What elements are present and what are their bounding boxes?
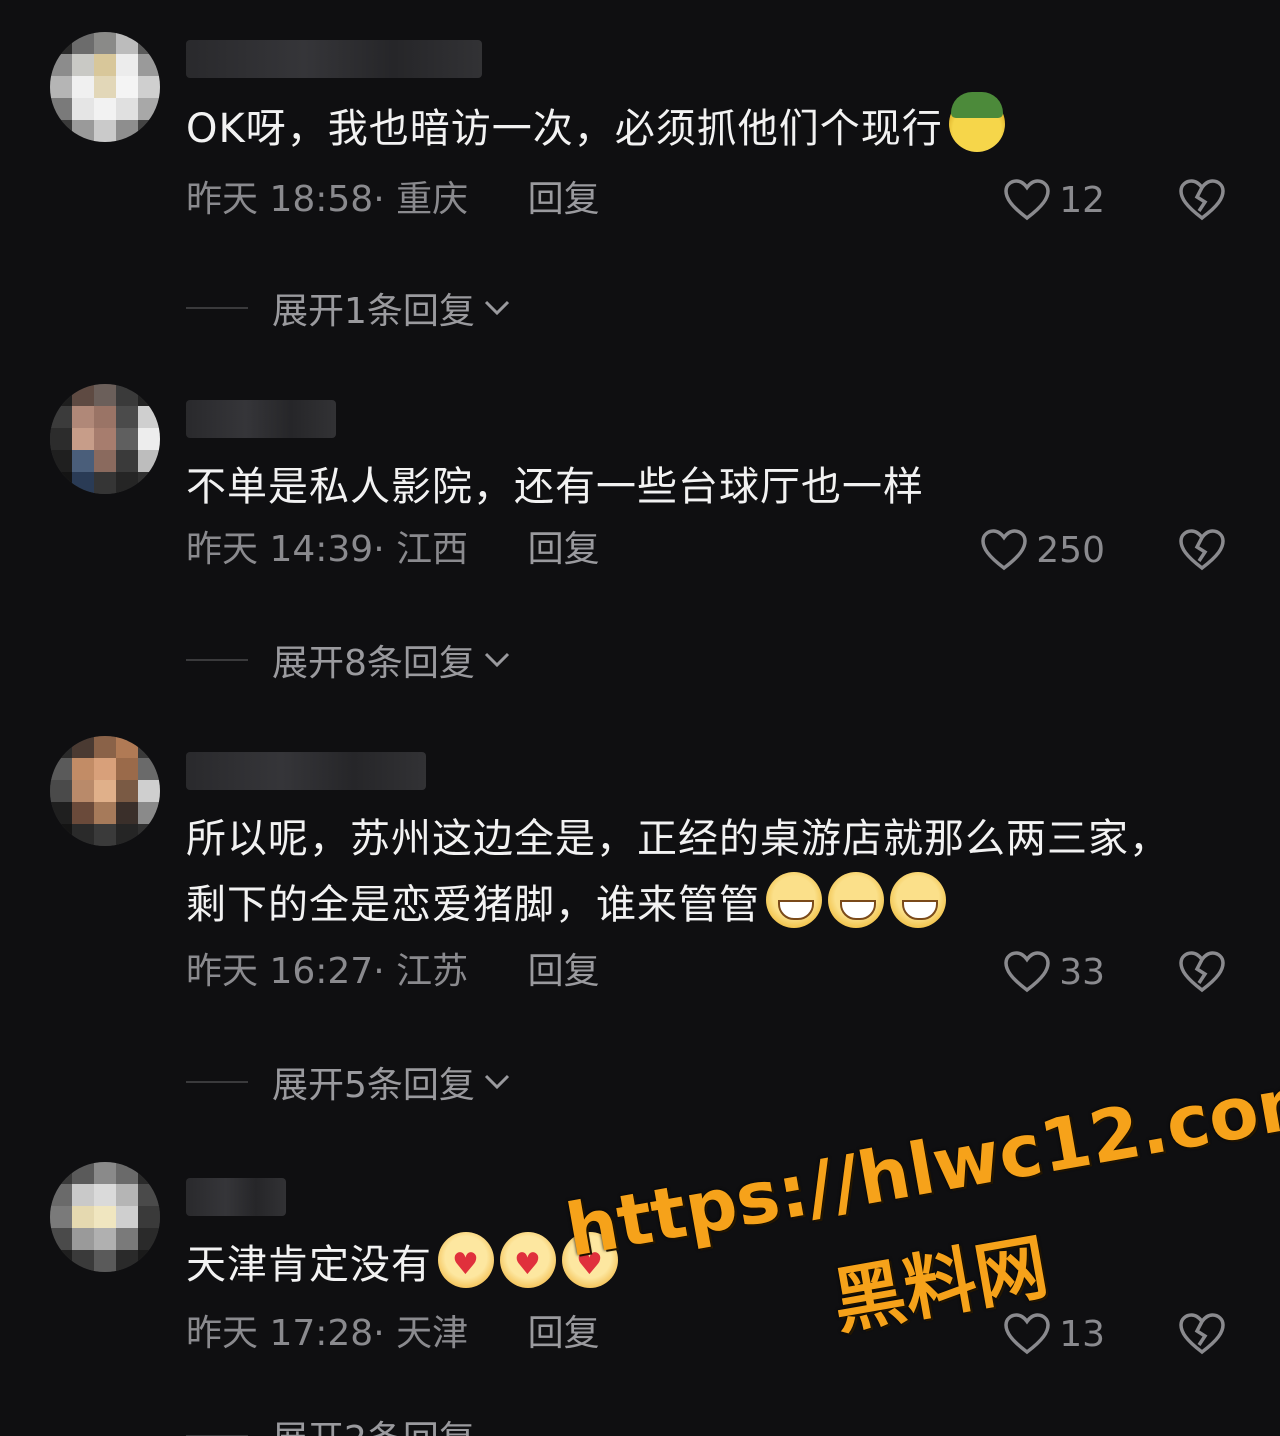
comment-time: 昨天 16:27 [186, 951, 374, 992]
broken-heart-icon[interactable] [1178, 950, 1226, 994]
like-count: 250 [1036, 529, 1105, 571]
comment-section: OK呀，我也暗访一次，必须抓他们个现行 昨天 18:58· 重庆 回复 12 展… [0, 0, 1280, 1436]
chevron-down-icon [484, 652, 509, 668]
avatar[interactable] [50, 384, 160, 494]
reply-button[interactable]: 回复 [528, 529, 600, 570]
laughing-face-emoji-icon [766, 872, 822, 928]
comment-text: 所以呢，苏州这边全是，正经的桌游店就那么两三家，剩下的全是恋爱猪脚，谁来管管 [186, 806, 1196, 938]
comment-meta: 昨天 16:27· 江苏 回复 [186, 951, 600, 992]
like-count: 13 [1059, 1313, 1105, 1355]
comment-time: 昨天 18:58 [186, 179, 374, 220]
comment-text-body: 不单是私人影院，还有一些台球厅也一样 [186, 464, 924, 510]
comment-text-body: OK呀，我也暗访一次，必须抓他们个现行 [186, 106, 943, 152]
expand-replies-label: 展开2条回复 [272, 1410, 475, 1436]
username-redacted[interactable] [186, 40, 482, 78]
chevron-down-icon [484, 300, 509, 316]
reply-button[interactable]: 回复 [528, 179, 600, 220]
comment-location: 天津 [396, 1313, 469, 1354]
divider [186, 1081, 248, 1083]
laughing-face-emoji-icon [890, 872, 946, 928]
expand-replies-button[interactable]: 展开1条回复 [186, 286, 511, 332]
username-redacted[interactable] [186, 400, 336, 438]
like-button[interactable]: 33 [1003, 950, 1105, 994]
broken-heart-icon[interactable] [1178, 1312, 1226, 1356]
heart-outline-icon [1004, 1313, 1050, 1355]
divider [186, 307, 248, 309]
expand-replies-button[interactable]: 展开8条回复 [186, 638, 511, 684]
expand-replies-label: 展开5条回复 [272, 1065, 475, 1106]
comment-time: 昨天 14:39 [186, 529, 374, 570]
angry-face-emoji-icon [948, 92, 1005, 152]
like-button[interactable]: 12 [1003, 178, 1105, 222]
comment-time: 昨天 17:28 [186, 1313, 374, 1354]
comment-text: 不单是私人影院，还有一些台球厅也一样 [186, 454, 1196, 520]
avatar[interactable] [50, 32, 160, 142]
heart-outline-icon [1004, 951, 1050, 993]
heart-outline-icon [981, 529, 1028, 571]
divider [186, 659, 248, 661]
comment-location: 江西 [396, 529, 469, 570]
like-count: 33 [1059, 951, 1105, 993]
like-button[interactable]: 13 [1003, 1312, 1105, 1356]
reply-button[interactable]: 回复 [528, 1313, 600, 1354]
broken-heart-icon[interactable] [1178, 528, 1226, 572]
heart-outline-icon [1004, 179, 1050, 221]
comment-location: 重庆 [396, 179, 469, 220]
avatar[interactable] [50, 1162, 160, 1272]
heart-hug-emoji-icon [562, 1232, 618, 1288]
comment-meta: 昨天 14:39· 江西 回复 [186, 529, 600, 570]
chevron-down-icon [484, 1074, 509, 1090]
username-redacted[interactable] [186, 1178, 286, 1216]
comment-meta: 昨天 17:28· 天津 回复 [186, 1313, 600, 1354]
laughing-face-emoji-icon [828, 872, 884, 928]
expand-replies-button[interactable]: 展开5条回复 [186, 1060, 511, 1106]
reply-button[interactable]: 回复 [528, 951, 600, 992]
like-button[interactable]: 250 [980, 528, 1105, 572]
heart-hug-emoji-icon [438, 1232, 494, 1288]
expand-replies-label: 展开1条回复 [272, 291, 475, 332]
comment-meta: 昨天 18:58· 重庆 回复 [186, 179, 600, 220]
broken-heart-icon[interactable] [1178, 178, 1226, 222]
avatar[interactable] [50, 736, 160, 846]
comment-text-body: 所以呢，苏州这边全是，正经的桌游店就那么两三家，剩下的全是恋爱猪脚，谁来管管 [186, 816, 1170, 928]
comment-text-body: 天津肯定没有 [186, 1242, 432, 1288]
like-count: 12 [1059, 179, 1105, 221]
username-redacted[interactable] [186, 752, 426, 790]
comment-location: 江苏 [396, 951, 469, 992]
comment-text: OK呀，我也暗访一次，必须抓他们个现行 [186, 92, 1196, 162]
expand-replies-label: 展开8条回复 [272, 643, 475, 684]
expand-replies-button[interactable]: 展开2条回复 [186, 1414, 475, 1436]
comment-text: 天津肯定没有 [186, 1232, 1196, 1298]
heart-hug-emoji-icon [500, 1232, 556, 1288]
